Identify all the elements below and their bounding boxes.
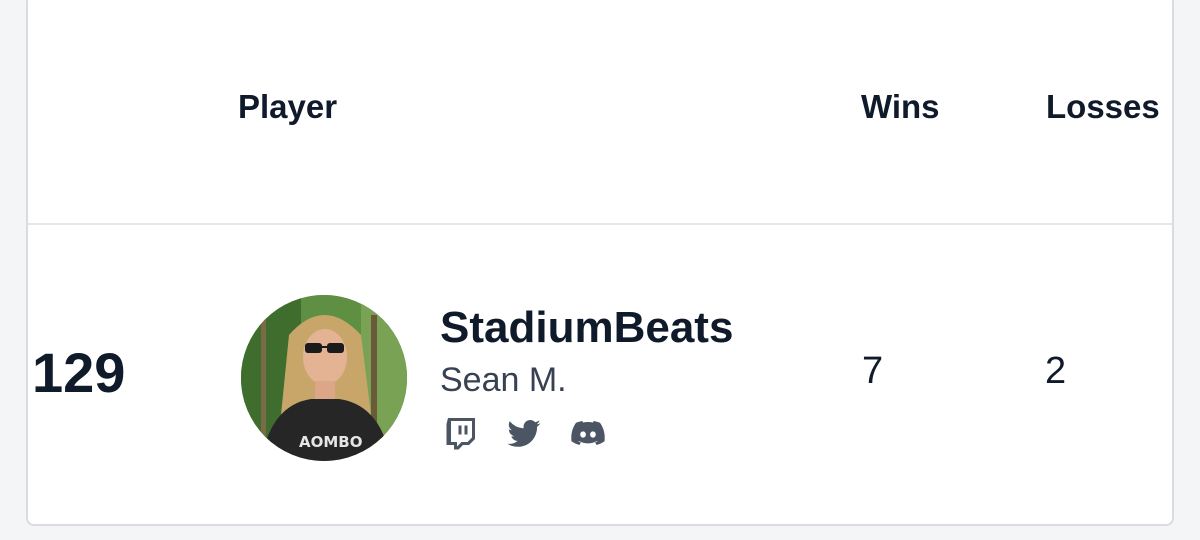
- table-row[interactable]: 129 AOMBO StadiumBeats Sean M. 7 2: [28, 225, 1172, 522]
- wins-value: 7: [862, 350, 884, 392]
- header-wins[interactable]: Wins: [861, 88, 940, 126]
- discord-icon[interactable]: [570, 415, 606, 451]
- rank-number: 129: [32, 341, 126, 404]
- header-player[interactable]: Player: [238, 88, 337, 126]
- social-links: [442, 415, 606, 451]
- twitter-icon[interactable]: [506, 415, 542, 451]
- avatar[interactable]: AOMBO: [241, 295, 407, 461]
- player-username[interactable]: StadiumBeats: [440, 303, 733, 353]
- table-header-row: Player Wins Losses: [28, 0, 1172, 225]
- leaderboard-card: Player Wins Losses 129 AOMBO StadiumBeat…: [26, 0, 1174, 526]
- twitch-icon[interactable]: [442, 415, 478, 451]
- svg-text:AOMBO: AOMBO: [299, 433, 362, 451]
- header-losses[interactable]: Losses: [1046, 88, 1160, 126]
- losses-value: 2: [1045, 350, 1067, 392]
- player-real-name: Sean M.: [440, 361, 567, 399]
